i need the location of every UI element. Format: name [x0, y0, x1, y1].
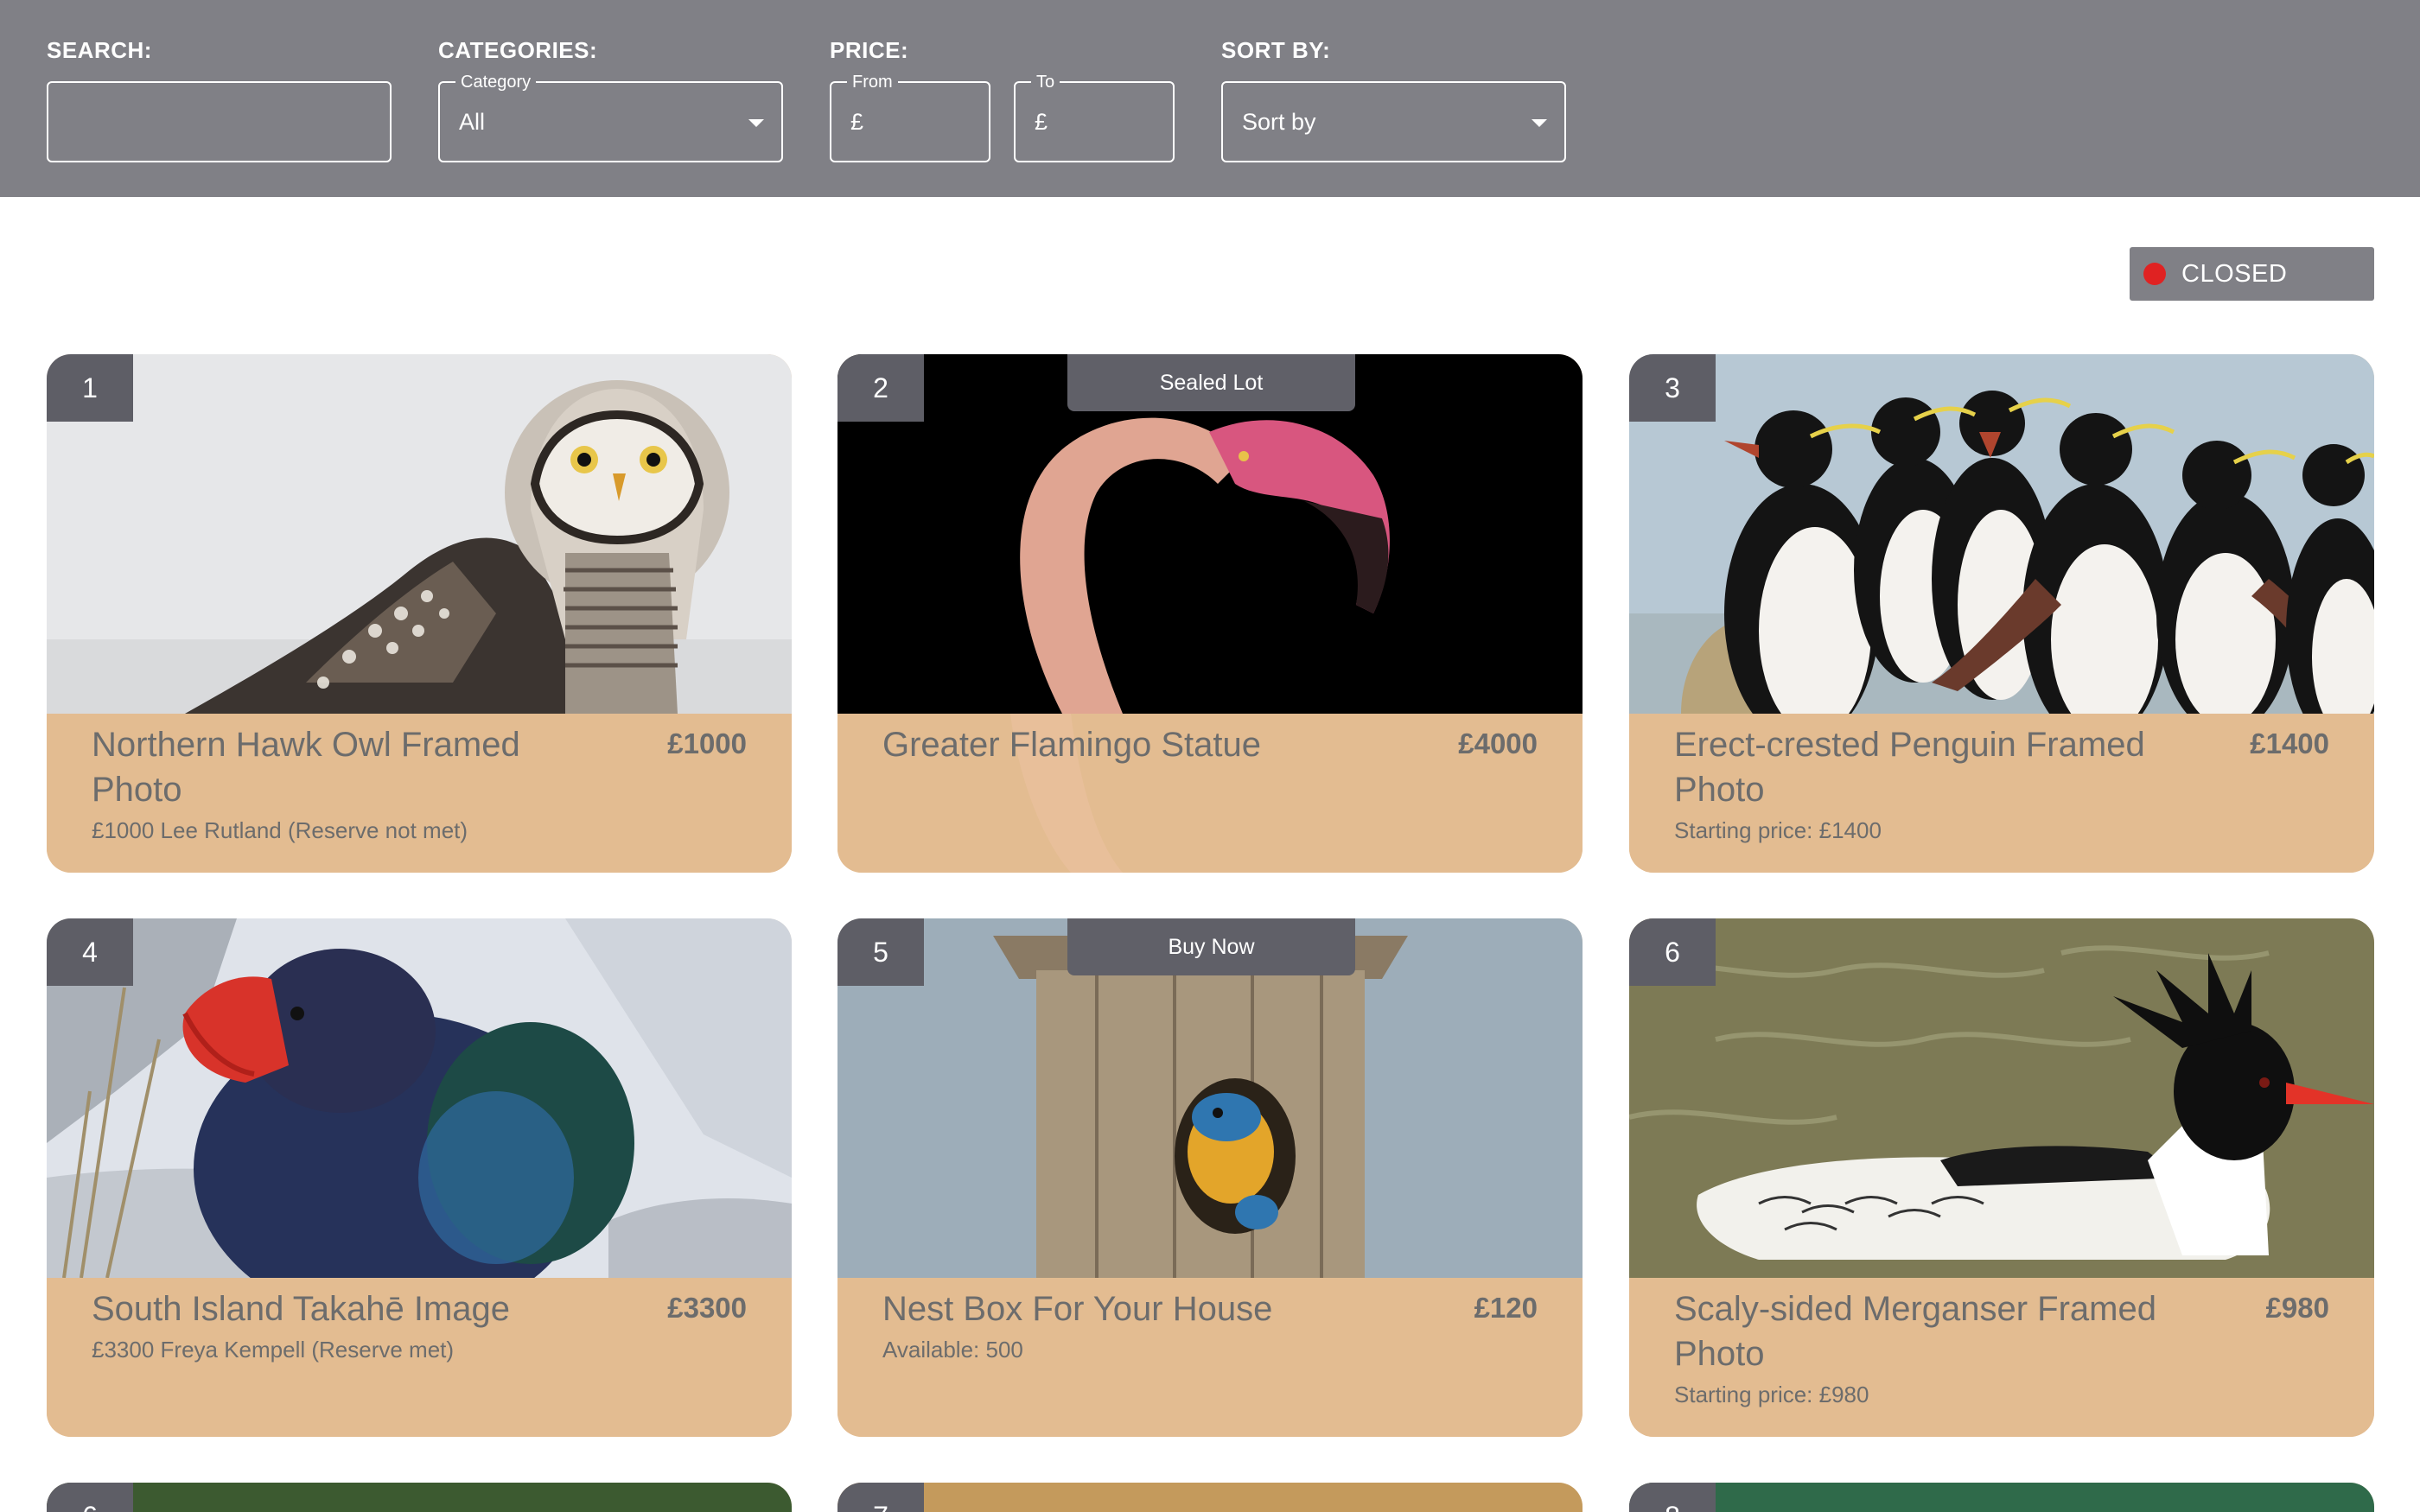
lot-bid-status: Starting price: £980 — [1674, 1382, 1869, 1407]
lot-info: Nest Box For Your House £120 Available: … — [837, 1278, 1583, 1437]
lot-bid-status: Starting price: £1400 — [1674, 817, 1882, 843]
lot-card-9[interactable]: 8 — [1629, 1483, 2374, 1512]
chevron-down-icon — [748, 119, 764, 127]
lot-info: Erect-crested Penguin Framed Photo £1400… — [1629, 714, 2374, 873]
lot-price: £3300 — [667, 1292, 747, 1324]
lot-number-badge: 7 — [837, 1483, 924, 1512]
lot-card-4[interactable]: 4 South Island Takahē Image £3300 £3300 … — [47, 918, 792, 1437]
lot-image-penguins — [1629, 354, 2374, 714]
lot-card-8[interactable]: 7 — [837, 1483, 1583, 1512]
search-input[interactable] — [47, 81, 392, 162]
lot-title: Northern Hawk Owl Framed Photo — [92, 726, 520, 809]
categories-label: CATEGORIES: — [438, 37, 598, 63]
lot-image-merganser — [1629, 918, 2374, 1278]
category-select-value: All — [459, 109, 486, 135]
lot-info: Greater Flamingo Statue £4000 — [837, 714, 1583, 873]
lot-number-badge: 5 — [837, 918, 924, 986]
lot-card-5[interactable]: 5 Buy Now Nest Box For Your House £120 A… — [837, 918, 1583, 1437]
filter-bar: SEARCH: CATEGORIES: Category All PRICE: … — [0, 0, 2420, 197]
sort-filter: SORT BY: — [1221, 35, 1330, 66]
price-from-currency: £ — [850, 109, 864, 135]
lot-availability: Available: 500 — [882, 1337, 1023, 1363]
lot-card-3[interactable]: 3 Erect-crested Penguin Framed Photo £14… — [1629, 354, 2374, 873]
categories-filter: CATEGORIES: — [438, 35, 597, 66]
lot-image-takahe — [47, 918, 792, 1278]
lot-image-partial — [47, 1483, 792, 1512]
sort-select[interactable]: Sort by — [1221, 81, 1566, 162]
lot-image-partial — [1629, 1483, 2374, 1512]
lot-number-badge: 6 — [1629, 918, 1716, 986]
lot-price: £1000 — [667, 727, 747, 759]
lot-bid-status: £3300 Freya Kempell (Reserve met) — [92, 1337, 455, 1363]
lot-price: £1400 — [2250, 727, 2329, 759]
price-filter: PRICE: — [830, 35, 908, 66]
lot-number-badge: 4 — [47, 918, 133, 986]
lot-number-badge: 8 — [1629, 1483, 1716, 1512]
price-label: PRICE: — [830, 37, 909, 63]
lot-title: Nest Box For Your House — [882, 1290, 1273, 1328]
buy-now-banner: Buy Now — [1067, 918, 1355, 975]
price-to-input[interactable]: To £ — [1014, 72, 1175, 162]
lot-image-owl — [47, 354, 792, 714]
lot-title: Erect-crested Penguin Framed Photo — [1674, 726, 2145, 809]
lot-card-2[interactable]: 2 Sealed Lot Greater Flamingo Statue £40… — [837, 354, 1583, 873]
chevron-down-icon — [1532, 119, 1547, 127]
sort-select-value: Sort by — [1242, 109, 1316, 135]
lot-price: £120 — [1474, 1292, 1538, 1324]
lot-title: South Island Takahē Image — [92, 1290, 511, 1328]
lot-number-badge: 6 — [47, 1483, 133, 1512]
lot-number-badge: 3 — [1629, 354, 1716, 422]
lot-info: Northern Hawk Owl Framed Photo £1000 £10… — [47, 714, 792, 873]
lot-price: £4000 — [1458, 727, 1538, 759]
category-select[interactable]: Category All — [438, 72, 783, 162]
lot-info: Scaly-sided Merganser Framed Photo £980 … — [1629, 1278, 2374, 1437]
lot-card-1[interactable]: 1 Northern Hawk Owl Framed Photo £1000 £… — [47, 354, 792, 873]
lot-number-badge: 2 — [837, 354, 924, 422]
status-text: CLOSED — [2181, 259, 2288, 288]
lot-price: £980 — [2265, 1292, 2329, 1324]
search-label: SEARCH: — [47, 37, 152, 63]
price-to-currency: £ — [1035, 109, 1048, 135]
lot-title: Scaly-sided Merganser Framed Photo — [1674, 1290, 2156, 1373]
sort-label: SORT BY: — [1221, 37, 1331, 63]
lot-number-badge: 1 — [47, 354, 133, 422]
lot-info: South Island Takahē Image £3300 £3300 Fr… — [47, 1278, 792, 1437]
status-dot-icon — [2143, 263, 2166, 285]
sealed-lot-banner: Sealed Lot — [1067, 354, 1355, 411]
auction-status-badge: CLOSED — [2130, 247, 2374, 301]
lot-image-partial — [837, 1483, 1583, 1512]
lot-bid-status: £1000 Lee Rutland (Reserve not met) — [92, 817, 468, 843]
search-filter: SEARCH: — [47, 35, 152, 66]
price-from-input[interactable]: From £ — [830, 72, 990, 162]
lot-card-6[interactable]: 6 Scaly-sided Merganser Framed Photo £98… — [1629, 918, 2374, 1437]
lot-card-7[interactable]: 6 — [47, 1483, 792, 1512]
lot-title: Greater Flamingo Statue — [882, 726, 1261, 764]
